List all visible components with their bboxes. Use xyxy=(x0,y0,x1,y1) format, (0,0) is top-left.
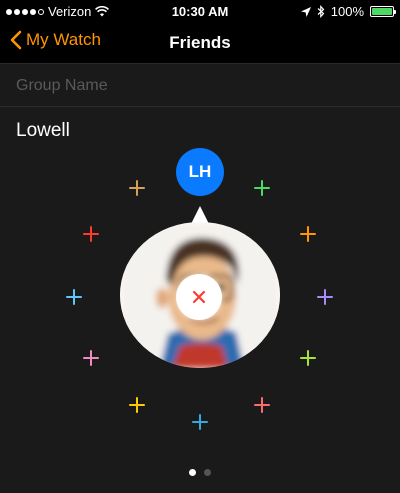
contact-name: Lowell xyxy=(16,120,70,141)
chevron-left-icon xyxy=(10,30,22,50)
battery-percent: 100% xyxy=(330,4,364,19)
status-bar: Verizon 10:30 AM 100% xyxy=(0,0,400,22)
group-name-row xyxy=(0,64,400,107)
remove-friend-button[interactable] xyxy=(176,274,222,320)
add-friend-slot-button[interactable] xyxy=(317,289,333,305)
add-friend-slot-button[interactable] xyxy=(254,180,270,196)
avatar-initials: LH xyxy=(188,162,212,181)
back-label: My Watch xyxy=(26,30,101,49)
battery-fill xyxy=(372,8,392,15)
page-dot-active[interactable] xyxy=(189,469,196,476)
add-friend-slot-button[interactable] xyxy=(129,397,145,413)
bluetooth-icon xyxy=(317,5,325,18)
add-friend-slot-button[interactable] xyxy=(254,397,270,413)
group-name-input[interactable] xyxy=(16,73,386,99)
friends-group-editor: Lowell LH xyxy=(0,64,400,493)
status-right: 100% xyxy=(300,4,396,19)
page-indicator xyxy=(0,469,400,476)
add-friend-slot-button[interactable] xyxy=(300,226,316,242)
battery-icon xyxy=(370,6,396,17)
location-arrow-icon xyxy=(300,6,311,17)
add-friend-slot-button[interactable] xyxy=(192,414,208,430)
close-icon xyxy=(192,290,206,304)
back-button[interactable]: My Watch xyxy=(10,30,101,50)
add-friend-slot-button[interactable] xyxy=(300,350,316,366)
page-dot[interactable] xyxy=(204,469,211,476)
add-friend-slot-button[interactable] xyxy=(83,350,99,366)
navigation-bar: My Watch Friends xyxy=(0,22,400,64)
add-friend-slot-button[interactable] xyxy=(83,226,99,242)
add-friend-slot-button[interactable] xyxy=(129,180,145,196)
avatar[interactable]: LH xyxy=(176,148,224,196)
add-friend-slot-button[interactable] xyxy=(66,289,82,305)
